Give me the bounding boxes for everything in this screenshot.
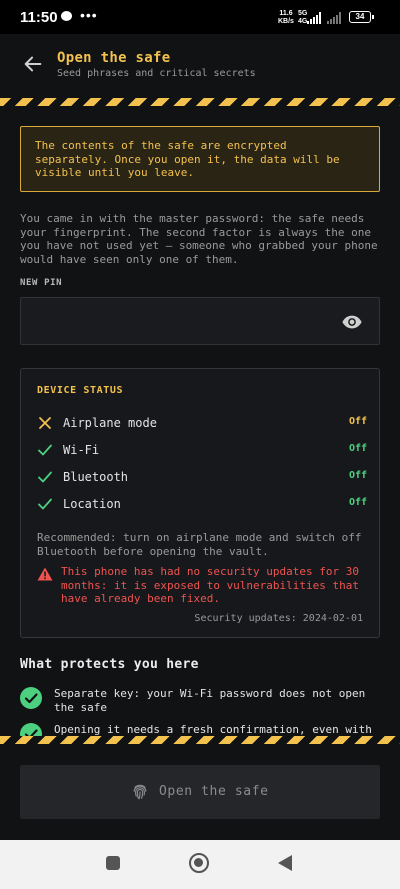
back-arrow-icon[interactable] [22, 53, 44, 75]
check-icon [38, 444, 52, 456]
encryption-notice: The contents of the safe are encrypted s… [20, 126, 380, 192]
status-time: 11:50 [20, 9, 58, 26]
status-bar: 11:50 ••• 11.6 KB/s 5G 4G 34 [0, 0, 400, 34]
device-status-title: DEVICE STATUS [37, 385, 124, 396]
open-safe-button[interactable]: Open the safe [20, 765, 380, 819]
cross-icon [39, 417, 51, 429]
nav-back-icon[interactable] [278, 855, 292, 871]
status-value: Off [348, 416, 367, 427]
status-row-location: Location Off [37, 494, 367, 514]
protection-text: Opening it needs a fresh confirmation, e… [54, 723, 372, 736]
message-icon [61, 11, 72, 21]
app-header: Open the safe Seed phrases and critical … [0, 34, 400, 98]
battery-icon: 34 [349, 11, 374, 23]
status-label: Airplane mode [63, 416, 157, 430]
network-type: 5G 4G [298, 10, 308, 25]
net-speed: 11.6 KB/s [278, 10, 294, 25]
intro-text: You came in with the master password: th… [20, 212, 378, 266]
hazard-stripe-bottom [0, 736, 400, 744]
status-value: Off [348, 443, 367, 454]
status-label: Wi-Fi [63, 443, 100, 457]
signal-icon [307, 12, 323, 24]
scroll-content[interactable]: The contents of the safe are encrypted s… [0, 106, 400, 736]
warning-text: This phone has had no security updates f… [61, 565, 360, 605]
hazard-stripe-top [0, 98, 400, 106]
status-label: Bluetooth [63, 470, 129, 484]
check-icon [38, 498, 52, 510]
eye-icon[interactable] [341, 311, 363, 333]
signal-secondary-icon [327, 12, 343, 24]
check-icon [38, 471, 52, 483]
footer: Open the safe [0, 744, 400, 840]
status-row-bluetooth: Bluetooth Off [37, 467, 367, 487]
more-notifications-icon: ••• [80, 7, 98, 23]
protections-title: What protects you here [20, 657, 199, 672]
status-row-wifi: Wi-Fi Off [37, 440, 367, 460]
status-row-airplane: Airplane mode Off [37, 413, 367, 433]
pin-label: NEW PIN [20, 278, 63, 288]
check-circle-icon [20, 687, 42, 709]
check-circle-icon [20, 723, 42, 736]
status-label: Location [63, 497, 121, 511]
warning-icon [37, 567, 53, 581]
page-title: Open the safe [57, 50, 171, 66]
protection-text: Separate key: your Wi-Fi password does n… [54, 687, 366, 714]
page-subtitle: Seed phrases and critical secrets [57, 68, 256, 79]
recommendation-text: Recommended: turn on airplane mode and s… [37, 531, 362, 558]
device-status-card: DEVICE STATUS Airplane mode Off Wi-Fi Of… [20, 368, 380, 638]
pin-input[interactable] [33, 298, 333, 344]
system-nav-bar [0, 840, 400, 889]
home-icon[interactable] [189, 853, 209, 873]
pin-field[interactable] [20, 297, 380, 345]
open-safe-label: Open the safe [159, 784, 269, 799]
fingerprint-icon [133, 784, 147, 800]
recent-apps-icon[interactable] [106, 856, 120, 870]
security-updates-date: Security updates: 2024-02-01 [194, 613, 363, 624]
status-value: Off [348, 470, 367, 481]
status-value: Off [348, 497, 367, 508]
